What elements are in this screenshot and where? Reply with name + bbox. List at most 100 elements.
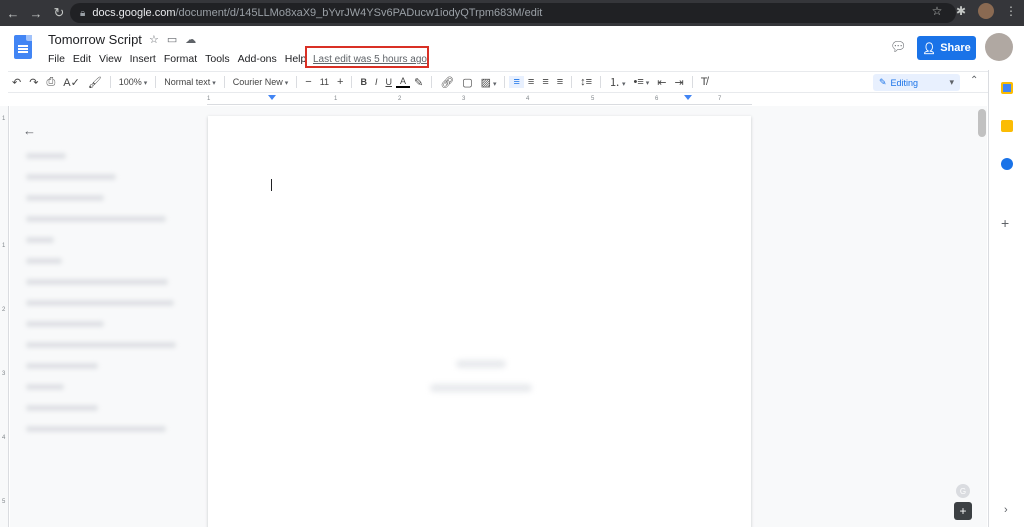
share-button[interactable]: 👤︎ Share (917, 36, 976, 60)
menu-view[interactable]: View (99, 53, 122, 65)
outline-entry[interactable] (26, 153, 66, 159)
outline-entry[interactable] (26, 321, 104, 327)
side-panel: + › (988, 70, 1024, 527)
docs-logo-icon[interactable] (14, 35, 32, 59)
outline-entry[interactable] (26, 279, 168, 285)
menu-insert[interactable]: Insert (130, 53, 156, 65)
add-addon-icon[interactable]: + (1001, 215, 1009, 231)
close-outline-icon[interactable]: ← (23, 123, 36, 138)
decrease-font-size-icon[interactable]: − (301, 76, 315, 88)
expand-panel-icon[interactable]: › (1004, 504, 1008, 516)
move-folder-icon[interactable]: ▭ (167, 33, 177, 46)
comment-add-icon[interactable]: ▢ (458, 76, 476, 89)
vruler-label: 4 (2, 435, 6, 441)
toolbar-divider (431, 76, 433, 88)
redo-icon[interactable]: ↷ (25, 76, 42, 89)
outline-entry[interactable] (26, 426, 166, 432)
font-size-input[interactable]: 11 (316, 77, 333, 87)
comments-icon[interactable]: 💬︎ (890, 39, 907, 55)
collapse-menu-icon[interactable]: ⌃ (970, 75, 978, 86)
star-icon[interactable]: ☆ (930, 4, 944, 18)
blurred-content (456, 360, 506, 368)
increase-font-size-icon[interactable]: + (333, 76, 347, 88)
more-vert-icon[interactable]: ⋮ (1004, 4, 1018, 18)
tasks-icon[interactable] (1001, 158, 1013, 170)
clear-formatting-icon[interactable]: T̸ (697, 76, 712, 88)
ruler-label: 1 (334, 96, 338, 102)
zoom-select[interactable]: 100% (115, 77, 152, 87)
highlight-color-icon[interactable]: ✎ (410, 76, 427, 89)
document-page[interactable] (208, 116, 751, 527)
menu-help[interactable]: Help (285, 53, 307, 65)
align-center-icon[interactable]: ≡ (524, 76, 538, 88)
bold-button[interactable]: B (356, 77, 371, 87)
bulleted-list-icon[interactable]: •≡ (630, 76, 654, 88)
outline-entry[interactable] (26, 384, 64, 390)
extensions-icon[interactable]: ✱ (954, 4, 968, 18)
style-select[interactable]: Normal text (160, 77, 219, 87)
calendar-icon[interactable] (1001, 82, 1013, 94)
vruler-label: 5 (2, 499, 6, 505)
add-comment-icon[interactable]: + (954, 502, 972, 520)
url-path: /document/d/145LLMo8xaX9_bYvrJW4YSv6PADu… (175, 7, 543, 19)
vertical-ruler[interactable]: 1 1 2 3 4 5 (0, 106, 9, 527)
forward-icon[interactable]: → (26, 3, 46, 23)
underline-button[interactable]: U (381, 77, 396, 87)
increase-indent-icon[interactable]: ⇥ (671, 76, 688, 89)
highlight-annotation (305, 46, 429, 68)
left-indent-marker[interactable] (268, 95, 276, 100)
align-right-icon[interactable]: ≡ (538, 76, 552, 88)
menu-addons[interactable]: Add-ons (238, 53, 277, 65)
menu-edit[interactable]: Edit (73, 53, 91, 65)
spellcheck-icon[interactable]: A✓ (59, 76, 84, 89)
print-icon[interactable]: ⎙ (42, 76, 59, 89)
ruler-label: 4 (526, 96, 530, 102)
outline-entry[interactable] (26, 195, 104, 201)
share-label: Share (940, 42, 971, 54)
outline-entry[interactable] (26, 342, 176, 348)
outline-entry[interactable] (26, 258, 62, 264)
outline-entry[interactable] (26, 174, 116, 180)
align-justify-icon[interactable]: ≡ (553, 76, 567, 88)
outline-entry[interactable] (26, 405, 98, 411)
menu-bar: File Edit View Insert Format Tools Add-o… (48, 53, 314, 65)
cloud-status-icon[interactable]: ☁ (185, 33, 196, 46)
back-icon[interactable]: ← (3, 3, 23, 23)
numbered-list-icon[interactable]: ⒈ (605, 74, 629, 90)
editing-mode-select[interactable]: ✎ Editing ▾ (873, 74, 960, 91)
decrease-indent-icon[interactable]: ⇤ (653, 76, 670, 89)
vertical-scrollbar[interactable] (978, 109, 986, 137)
horizontal-ruler[interactable]: 1 1 2 3 4 5 6 7 (207, 95, 752, 105)
profile-avatar[interactable] (978, 3, 994, 19)
menu-tools[interactable]: Tools (205, 53, 230, 65)
outline-entry[interactable] (26, 237, 54, 243)
ruler-track (207, 95, 752, 105)
font-select[interactable]: Courier New (229, 77, 292, 87)
outline-entry[interactable] (26, 216, 166, 222)
toolbar-divider (571, 76, 573, 88)
menu-file[interactable]: File (48, 53, 65, 65)
italic-button[interactable]: I (371, 77, 382, 87)
image-icon[interactable]: ▨ (477, 76, 501, 89)
line-spacing-icon[interactable]: ↕≡ (576, 76, 596, 88)
menu-format[interactable]: Format (164, 53, 197, 65)
account-avatar[interactable] (985, 33, 1013, 61)
star-doc-icon[interactable]: ☆ (149, 33, 159, 46)
paint-format-icon[interactable]: 🖌︎ (84, 76, 106, 89)
document-title[interactable]: Tomorrow Script (48, 32, 142, 47)
keep-icon[interactable] (1001, 120, 1013, 132)
outline-entry[interactable] (26, 300, 174, 306)
undo-icon[interactable]: ↶ (8, 76, 25, 89)
reload-icon[interactable]: ↻ (49, 3, 69, 23)
pencil-icon: ✎ (879, 77, 887, 87)
right-indent-marker[interactable] (684, 95, 692, 100)
outline-entry[interactable] (26, 363, 98, 369)
text-color-button[interactable]: A (395, 76, 410, 88)
address-bar[interactable]: 🔒︎ docs.google.com /document/d/145LLMo8x… (70, 3, 956, 23)
align-left-icon[interactable]: ≡ (509, 76, 524, 88)
browser-bar: ← → ↻ 🔒︎ docs.google.com /document/d/145… (0, 0, 1024, 26)
docs-header: Tomorrow Script ☆ ▭ ☁ File Edit View Ins… (0, 26, 1024, 70)
grammarly-icon[interactable]: G (956, 484, 970, 498)
link-icon[interactable]: 🔗︎ (436, 76, 458, 89)
toolbar-divider (600, 76, 602, 88)
